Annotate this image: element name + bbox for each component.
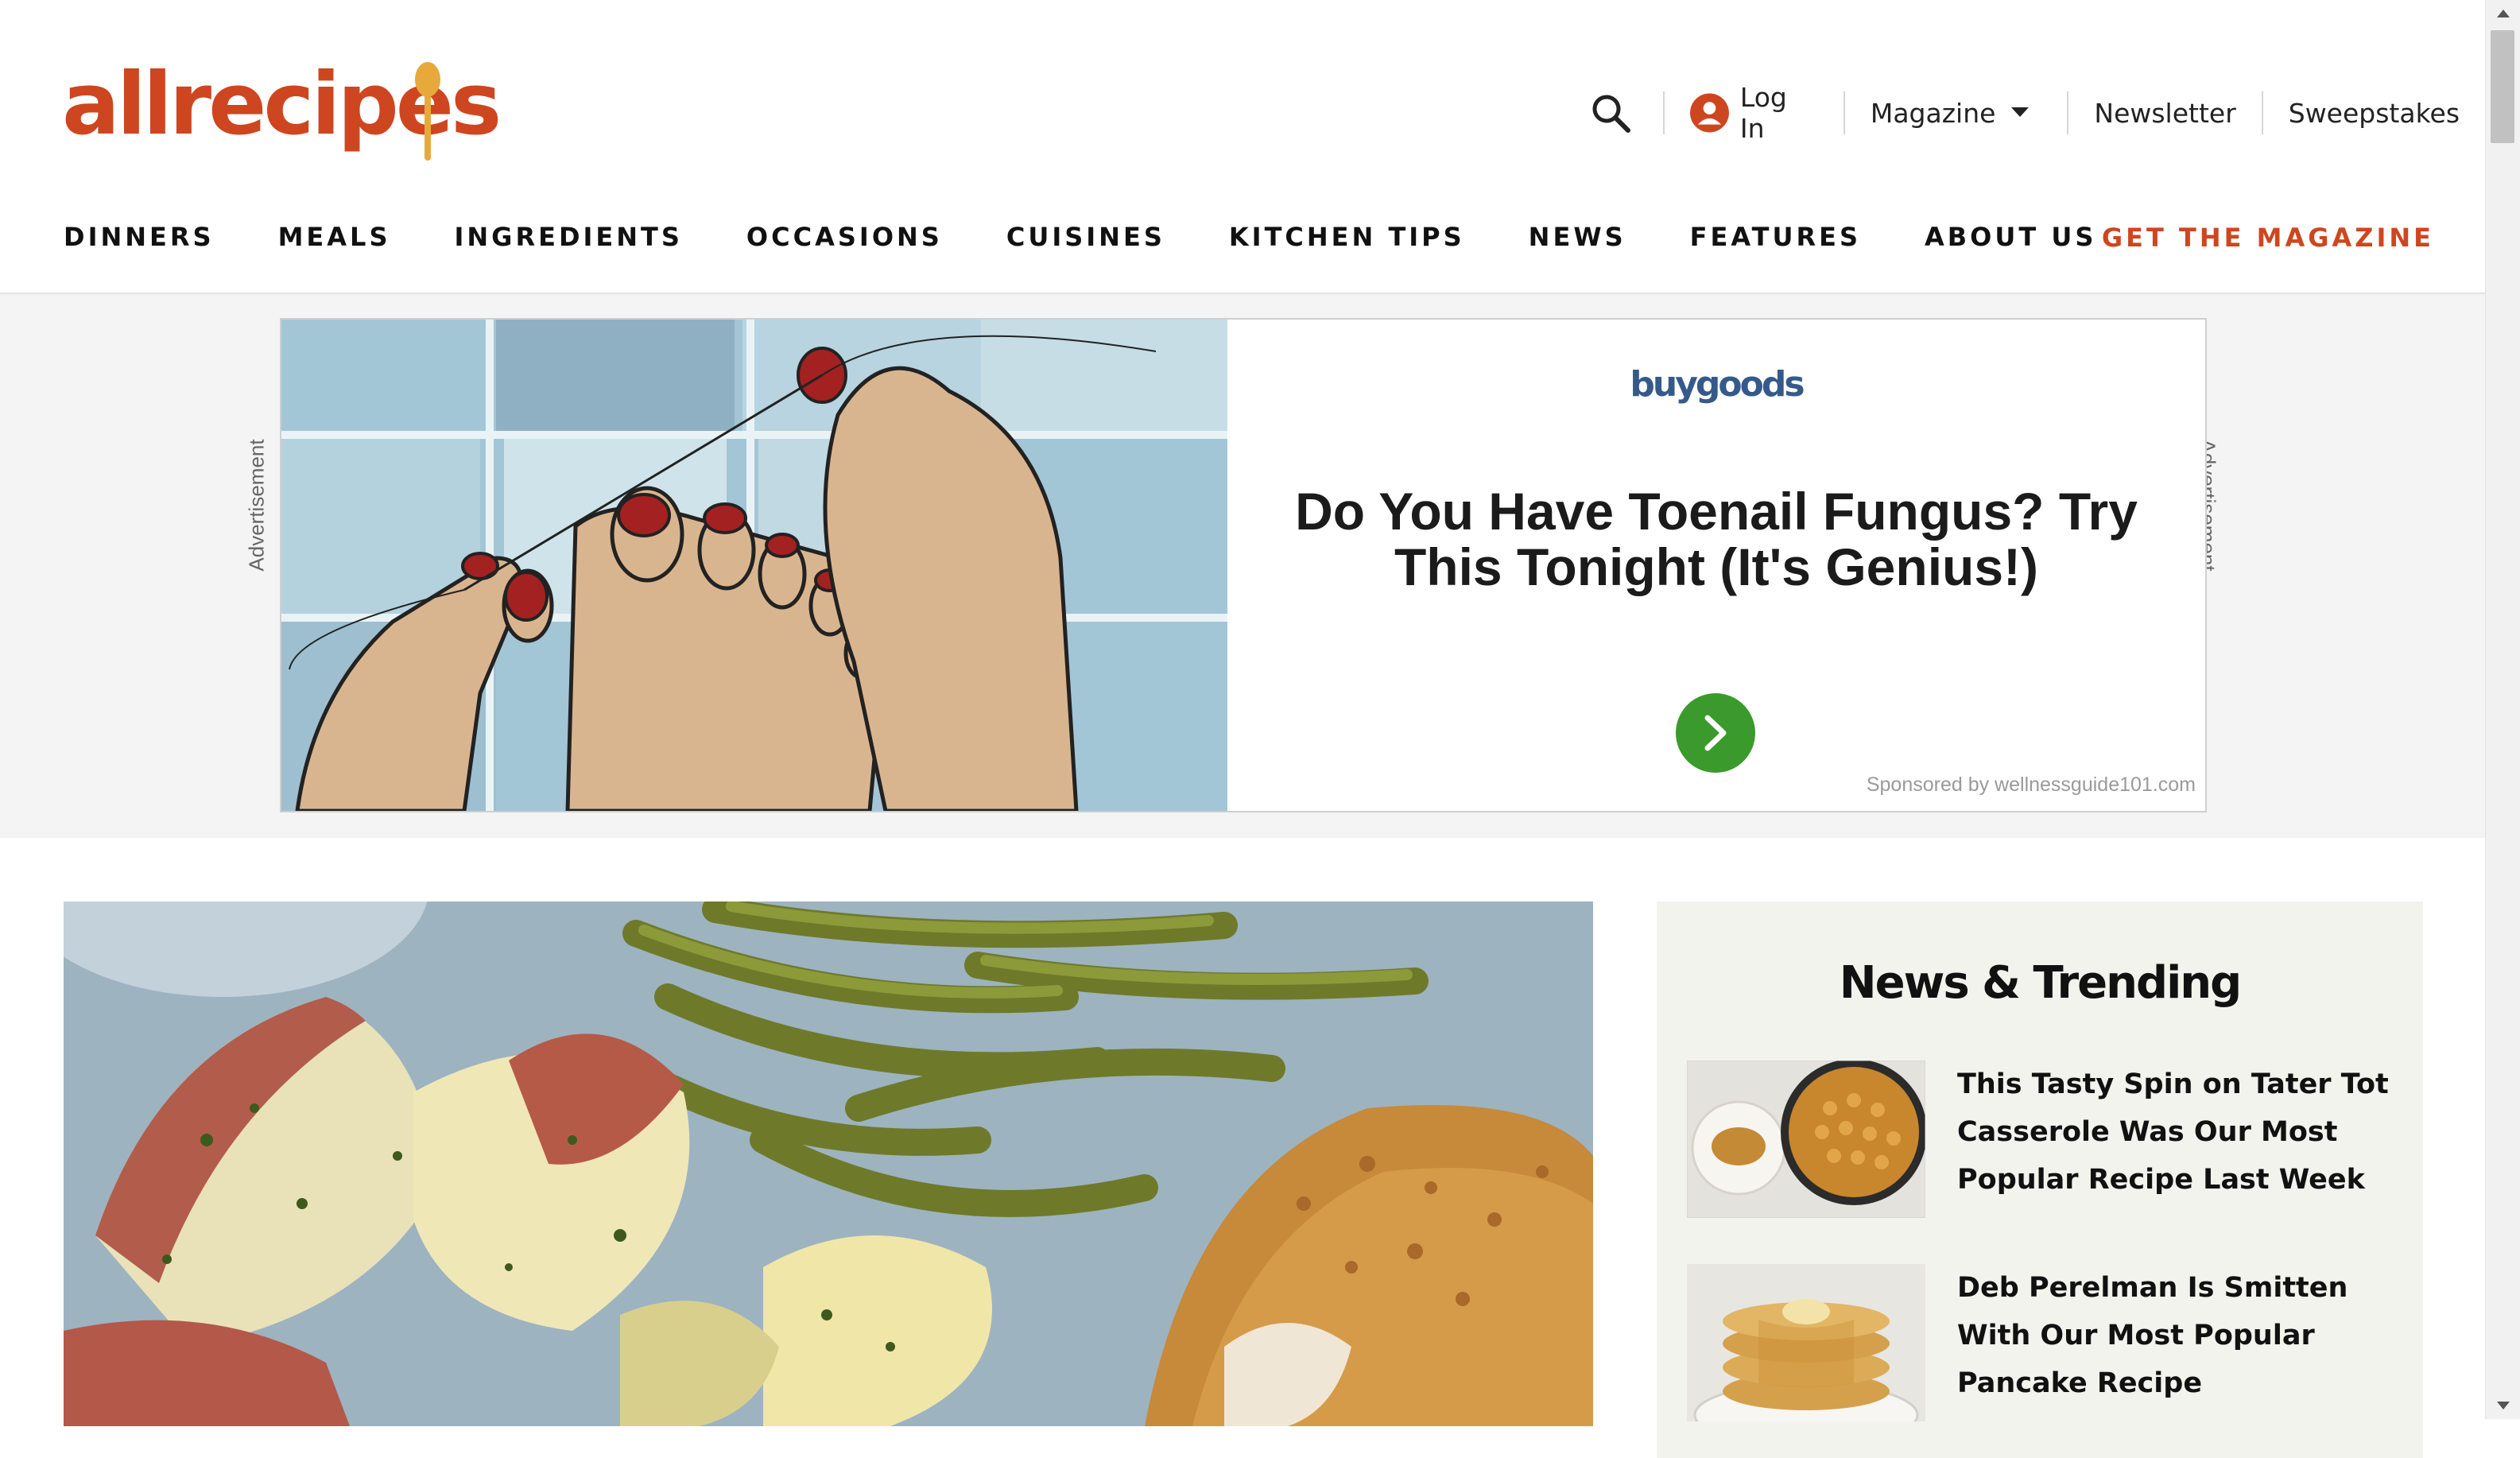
page-scrollbar[interactable]	[2485, 0, 2520, 1419]
chevron-right-icon	[1704, 715, 1727, 751]
trending-thumbnail	[1687, 1264, 1925, 1421]
ad-brand-logo: buygoods	[1630, 364, 1805, 405]
caret-down-icon	[2011, 107, 2030, 117]
trending-item-title[interactable]: Deb Perelman Is Smitten With Our Most Po…	[1957, 1264, 2402, 1407]
sweepstakes-label: Sweepstakes	[2288, 97, 2460, 129]
ad-cta-button[interactable]	[1676, 693, 1755, 773]
trending-item[interactable]: Deb Perelman Is Smitten With Our Most Po…	[1687, 1264, 2402, 1423]
scroll-up-arrow-icon[interactable]	[2497, 8, 2510, 17]
newsletter-label: Newsletter	[2094, 97, 2236, 129]
nav-item-news[interactable]: NEWS	[1529, 222, 1626, 252]
hero-image[interactable]	[64, 902, 1593, 1426]
get-the-magazine-link[interactable]: GET THE MAGAZINE	[2102, 223, 2434, 253]
news-trending-panel: News & Trending This Tasty Spin on Tater…	[1657, 902, 2423, 1458]
search-icon	[1592, 95, 1630, 133]
magazine-dropdown[interactable]: Magazine	[1845, 89, 2068, 137]
ad-banner[interactable]: buygoods Do You Have Toenail Fungus? Try…	[280, 318, 2207, 812]
scrollbar-thumb[interactable]	[2491, 30, 2514, 143]
nav-item-features[interactable]: FEATURES	[1690, 222, 1861, 252]
main-nav: DINNERS MEALS INGREDIENTS OCCASIONS CUIS…	[64, 215, 2431, 259]
trending-item-title[interactable]: This Tasty Spin on Tater Tot Casserole W…	[1957, 1061, 2402, 1204]
ad-illustration	[281, 320, 1227, 811]
nav-item-dinners[interactable]: DINNERS	[64, 222, 215, 252]
site-logo[interactable]: allrecipes	[62, 57, 502, 169]
trending-item[interactable]: This Tasty Spin on Tater Tot Casserole W…	[1687, 1061, 2402, 1220]
utility-bar: Log In Magazine Newsletter Sweepstakes	[1582, 82, 2485, 144]
hero-food-photo	[64, 902, 1593, 1426]
spoon-icon	[415, 62, 440, 161]
nav-item-ingredients[interactable]: INGREDIENTS	[454, 222, 682, 252]
login-label: Log In	[1739, 82, 1787, 144]
magazine-label: Magazine	[1870, 97, 1996, 129]
trending-title: News & Trending	[1839, 957, 2243, 1009]
scroll-down-arrow-icon[interactable]	[2497, 1402, 2510, 1411]
sweepstakes-link[interactable]: Sweepstakes	[2263, 89, 2485, 137]
nav-item-about-us[interactable]: ABOUT US	[1925, 222, 2096, 252]
nav-item-meals[interactable]: MEALS	[278, 222, 391, 252]
ad-sponsor-text: Sponsored by wellnessguide101.com	[1866, 774, 2196, 796]
ad-copy: buygoods Do You Have Toenail Fungus? Try…	[1227, 320, 2205, 811]
user-avatar-icon	[1689, 93, 1729, 133]
nav-item-occasions[interactable]: OCCASIONS	[746, 222, 943, 252]
search-button[interactable]	[1582, 89, 1663, 137]
login-link[interactable]: Log In	[1665, 82, 1843, 144]
site-header: allrecipes Log In Magazine Newsletter Sw…	[0, 0, 2485, 294]
newsletter-link[interactable]: Newsletter	[2068, 89, 2261, 137]
advertisement-label-left: Advertisement	[244, 439, 269, 572]
ad-illustration-graphic	[281, 320, 1227, 811]
nav-item-cuisines[interactable]: CUISINES	[1006, 222, 1165, 252]
nav-item-kitchen-tips[interactable]: KITCHEN TIPS	[1229, 222, 1465, 252]
ad-headline[interactable]: Do You Have Toenail Fungus? Try This Ton…	[1275, 483, 2158, 595]
trending-thumbnail	[1687, 1061, 1925, 1218]
